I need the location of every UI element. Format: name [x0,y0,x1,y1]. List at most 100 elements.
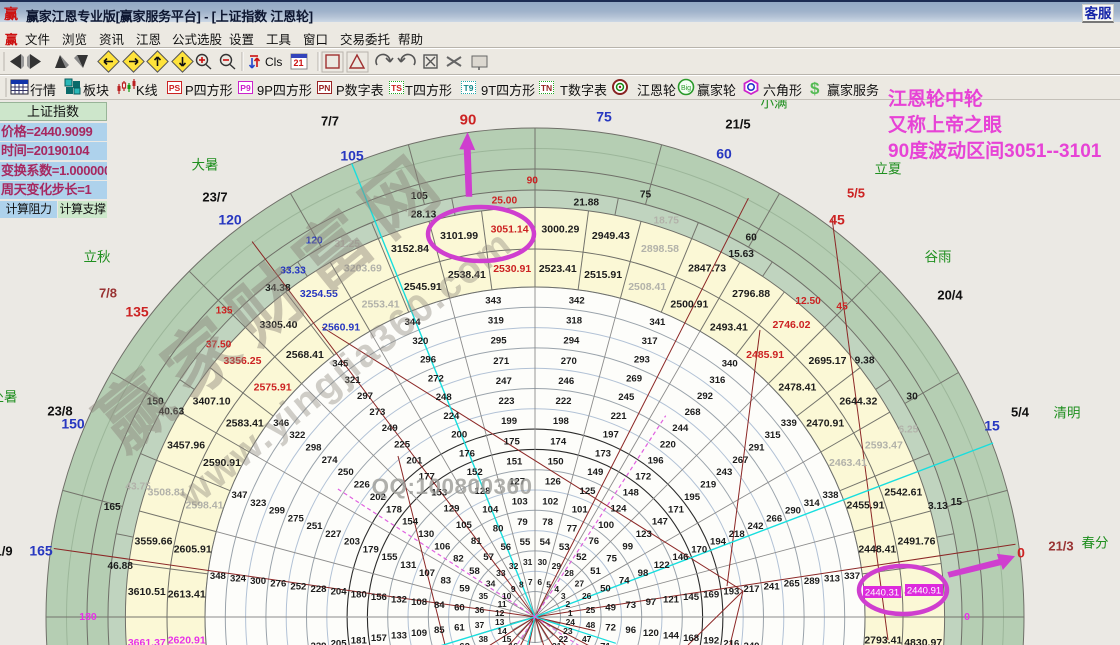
svg-text:251: 251 [306,521,323,532]
svg-text:157: 157 [371,633,387,644]
svg-text:145: 145 [683,592,700,603]
svg-text:248: 248 [436,392,453,403]
svg-text:268: 268 [685,407,702,418]
svg-text:6: 6 [537,577,542,587]
svg-text:75: 75 [606,554,617,565]
svg-text:2620.91: 2620.91 [168,634,206,645]
svg-text:101: 101 [572,505,589,516]
svg-text:26: 26 [582,591,592,601]
svg-text:242: 242 [747,521,763,532]
svg-text:33: 33 [496,568,506,578]
svg-text:229: 229 [310,641,326,645]
svg-text:37: 37 [475,620,485,630]
svg-text:15: 15 [984,418,1000,434]
svg-text:2491.76: 2491.76 [898,536,936,548]
svg-text:55: 55 [520,537,531,548]
svg-text:2523.41: 2523.41 [539,263,577,275]
svg-text:315: 315 [765,430,782,441]
svg-text:295: 295 [491,336,508,347]
svg-text:181: 181 [351,636,368,645]
svg-text:清明: 清明 [1054,406,1081,421]
svg-text:3457.96: 3457.96 [167,439,205,451]
svg-text:317: 317 [642,336,658,347]
svg-text:298: 298 [305,443,322,454]
svg-text:2440.31: 2440.31 [865,588,899,599]
svg-text:178: 178 [386,504,403,515]
svg-text:21/9: 21/9 [0,544,13,559]
svg-text:290: 290 [785,506,801,517]
svg-text:0: 0 [964,611,970,623]
svg-text:107: 107 [419,568,435,579]
svg-text:343: 343 [485,295,501,306]
svg-text:316: 316 [709,375,725,386]
svg-text:3.13: 3.13 [928,501,948,512]
svg-text:54: 54 [540,537,551,548]
svg-text:61: 61 [454,623,465,634]
svg-text:2463.41: 2463.41 [829,457,867,469]
svg-text:36: 36 [475,605,485,615]
svg-text:165: 165 [104,502,121,513]
svg-text:293: 293 [634,355,650,366]
svg-text:192: 192 [703,636,719,645]
svg-text:275: 275 [288,513,305,524]
svg-text:169: 169 [703,589,719,600]
svg-text:318: 318 [566,316,583,327]
svg-text:20/4: 20/4 [937,288,963,303]
svg-text:82: 82 [453,554,464,565]
svg-text:2455.91: 2455.91 [847,499,885,511]
svg-text:30: 30 [906,392,918,403]
svg-text:220: 220 [660,439,676,450]
svg-text:129: 129 [443,504,459,515]
svg-text:2746.02: 2746.02 [773,319,811,331]
svg-text:228: 228 [310,584,327,595]
svg-text:294: 294 [563,336,580,347]
svg-text:34: 34 [486,578,496,588]
svg-text:324: 324 [230,573,247,584]
svg-text:266: 266 [766,513,782,524]
svg-text:102: 102 [542,497,558,508]
svg-text:348: 348 [210,571,227,582]
svg-text:45: 45 [829,212,845,228]
svg-text:217: 217 [743,584,759,595]
svg-text:193: 193 [723,587,739,598]
svg-text:47: 47 [582,634,592,644]
svg-text:180: 180 [79,611,97,623]
svg-text:21/3: 21/3 [1048,539,1073,554]
svg-text:6.25: 6.25 [898,425,918,436]
svg-text:立秋: 立秋 [84,250,111,265]
svg-text:246: 246 [558,376,574,387]
svg-text:5/4: 5/4 [1011,405,1030,420]
svg-text:244: 244 [672,423,689,434]
svg-text:265: 265 [784,579,801,590]
svg-text:201: 201 [406,455,423,466]
svg-text:131: 131 [400,560,417,571]
svg-text:21/5: 21/5 [725,117,750,132]
svg-text:2949.43: 2949.43 [592,230,630,242]
svg-text:149: 149 [587,467,603,478]
svg-text:2695.17: 2695.17 [809,355,847,367]
svg-text:2593.47: 2593.47 [865,439,903,451]
svg-text:199: 199 [501,416,517,427]
svg-text:2542.61: 2542.61 [884,487,922,499]
svg-text:50: 50 [600,583,611,594]
svg-text:289: 289 [804,576,820,587]
svg-text:9.38: 9.38 [855,355,875,366]
svg-text:2: 2 [566,599,571,609]
svg-text:337: 337 [844,571,860,582]
svg-text:3559.66: 3559.66 [135,536,173,548]
svg-text:3: 3 [561,591,566,601]
svg-text:147: 147 [652,517,668,528]
svg-text:25.00: 25.00 [492,196,518,207]
svg-text:$: $ [810,79,820,98]
svg-text:72: 72 [605,623,616,634]
svg-text:123: 123 [636,529,652,540]
svg-text:150: 150 [548,456,564,467]
svg-text:154: 154 [402,517,419,528]
svg-text:250: 250 [338,467,354,478]
svg-text:270: 270 [561,356,577,367]
svg-text:60: 60 [454,603,465,614]
svg-text:2508.41: 2508.41 [628,281,666,293]
svg-text:245: 245 [618,392,635,403]
svg-text:165: 165 [29,543,53,559]
svg-text:90: 90 [527,176,539,187]
